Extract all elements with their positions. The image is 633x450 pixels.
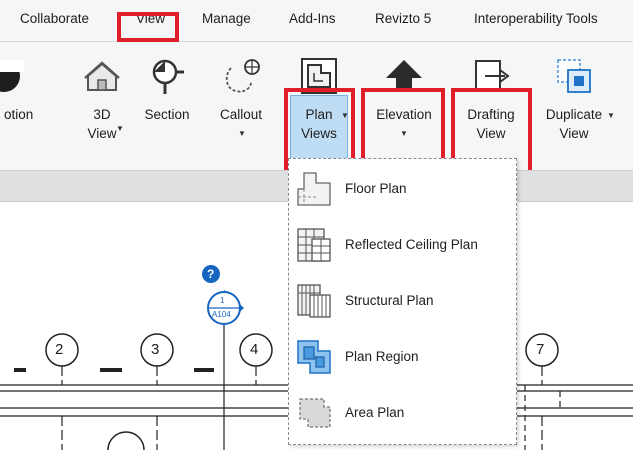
home-icon <box>84 61 120 91</box>
grid-label-3: 3 <box>151 341 160 358</box>
grid-label-4: 4 <box>250 341 259 358</box>
grid-label-7: 7 <box>536 341 545 358</box>
floor-plan-label: Floor Plan <box>345 181 407 196</box>
section-marker-icon <box>0 60 24 92</box>
menu-item-area-plan[interactable]: Area Plan <box>289 385 516 441</box>
tab-add-ins[interactable]: Add-Ins <box>289 8 336 30</box>
area-plan-label: Area Plan <box>345 405 405 420</box>
callout-button[interactable]: Callout ▼ <box>210 42 272 170</box>
menu-item-plan-region[interactable]: Plan Region <box>289 329 516 385</box>
reflected-ceiling-plan-icon <box>297 228 331 262</box>
section-button[interactable]: Section <box>137 42 197 170</box>
plan-region-label: Plan Region <box>345 349 419 364</box>
duplicate-view-icon <box>557 59 591 93</box>
tab-collaborate[interactable]: Collaborate <box>20 8 89 30</box>
callout-icon <box>225 59 260 93</box>
ribbon-button-cut-off[interactable]: otion <box>0 42 60 170</box>
duplicate-view-label-1: Duplicate <box>545 107 603 122</box>
section-tag-sheet: A104 <box>212 310 231 319</box>
duplicate-view-button[interactable]: Duplicate View ▼ <box>535 42 615 170</box>
plan-views-dropdown: Floor Plan Reflected Ceiling Plan Struct… <box>288 158 517 445</box>
chevron-down-icon: ▼ <box>116 124 124 133</box>
structural-plan-icon <box>297 284 331 318</box>
tab-manage[interactable]: Manage <box>202 8 251 30</box>
duplicate-view-label-2: View <box>559 126 589 141</box>
chevron-down-icon: ▼ <box>607 111 615 120</box>
menu-item-structural-plan[interactable]: Structural Plan <box>289 273 516 329</box>
chevron-down-icon: ▼ <box>238 129 246 138</box>
3d-view-button[interactable]: 3D View ▼ <box>76 42 128 170</box>
floor-plan-icon <box>297 172 331 206</box>
section-tag-number: 1 <box>220 296 225 305</box>
ribbon-label-cut-off: otion <box>4 107 34 122</box>
tab-revizto[interactable]: Revizto 5 <box>375 8 431 30</box>
area-plan-icon <box>299 398 331 428</box>
callout-label: Callout <box>219 107 263 122</box>
section-label: Section <box>144 107 190 122</box>
ribbon-panel: otion 3D View ▼ Section Callout ▼ Plan V… <box>0 42 633 203</box>
grid-label-2: 2 <box>55 341 64 358</box>
structural-plan-label: Structural Plan <box>345 293 434 308</box>
menu-bar: Collaborate View Manage Add-Ins Revizto … <box>0 0 633 42</box>
help-icon[interactable]: ? <box>207 266 214 282</box>
reflected-ceiling-plan-label: Reflected Ceiling Plan <box>345 237 478 252</box>
view-tab-highlight <box>117 12 179 42</box>
plan-region-icon <box>297 340 331 374</box>
menu-item-floor-plan[interactable]: Floor Plan <box>289 161 516 217</box>
section-icon <box>152 59 184 94</box>
tab-interoperability-tools[interactable]: Interoperability Tools <box>474 8 598 30</box>
menu-item-reflected-ceiling-plan[interactable]: Reflected Ceiling Plan <box>289 217 516 273</box>
3d-view-label-1: 3D <box>93 107 111 122</box>
